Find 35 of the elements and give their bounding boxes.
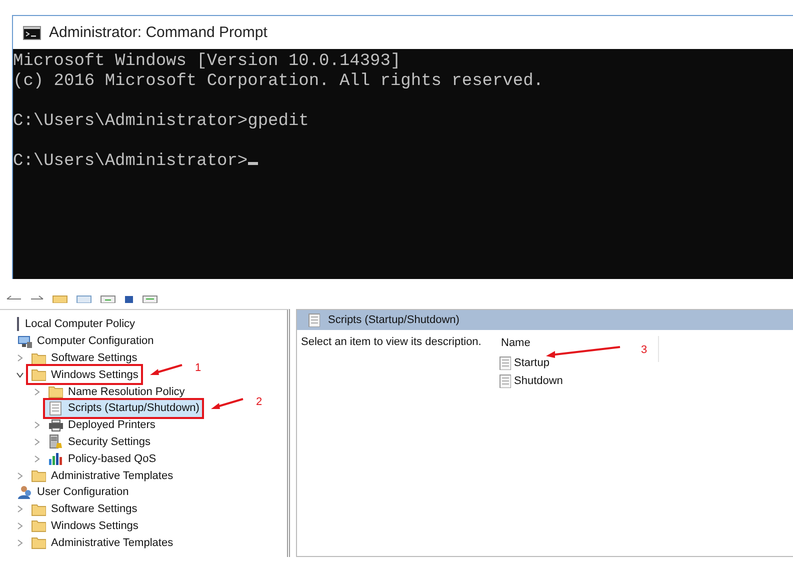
folder-icon [31, 367, 46, 382]
document-icon [48, 400, 63, 416]
console-line: C:\Users\Administrator>gpedit [13, 112, 310, 132]
window-title: Administrator: Command Prompt [49, 24, 268, 41]
bar-chart-icon [48, 451, 63, 466]
folder-icon [31, 518, 46, 534]
arrow [210, 396, 244, 412]
console-line: C:\Users\Administrator> [13, 152, 793, 172]
description-text: Select an item to view its description. [300, 336, 482, 350]
callout-number: 3 [641, 344, 648, 356]
folder-icon [31, 468, 46, 484]
folder-icon [48, 384, 63, 400]
console-icon [23, 26, 41, 40]
folder-icon [31, 535, 46, 550]
folder-icon [31, 350, 46, 366]
list-item[interactable]: Startup [498, 354, 550, 371]
callout-number: 2 [256, 396, 262, 408]
list-item[interactable]: Shutdown [498, 372, 563, 390]
printer-icon [48, 418, 63, 433]
document-icon [498, 356, 511, 370]
folder-icon [52, 295, 68, 303]
folder-icon [31, 502, 46, 517]
column-header[interactable]: Name [498, 336, 534, 350]
server-lock-icon [48, 434, 63, 450]
window-icon [76, 295, 92, 303]
console-line: (c) 2016 Microsoft Corporation. All rights reserved. [13, 72, 544, 92]
tree-item[interactable]: Scripts (Startup/Shutdown) [43, 398, 204, 419]
document-icon [307, 313, 320, 327]
computer-icon [17, 334, 32, 349]
users-icon [17, 484, 32, 500]
panel-title: Scripts (Startup/Shutdown) [328, 314, 460, 326]
console-line: Microsoft Windows [Version 10.0.14393] [13, 52, 402, 72]
tree-item[interactable]: Windows Settings [26, 364, 144, 386]
document-icon [498, 374, 511, 388]
callout-number: 1 [195, 362, 202, 374]
